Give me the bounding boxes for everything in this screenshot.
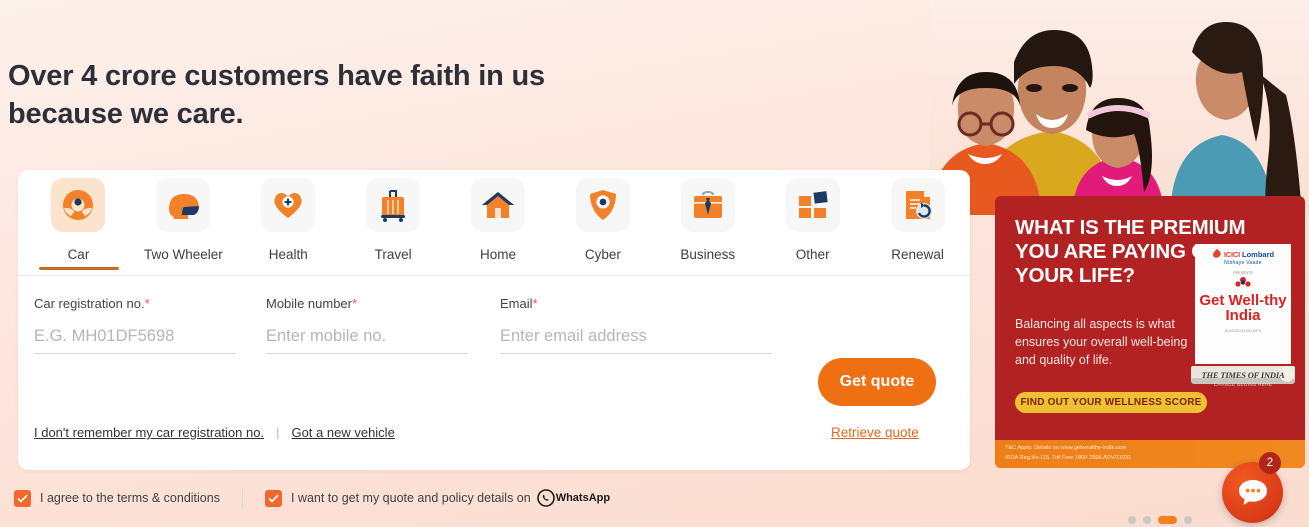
tab-car[interactable]: Car — [26, 170, 131, 270]
product-tabs: Car Two Wheeler Health Travel Home Cyber… — [18, 170, 970, 275]
wellness-score-button[interactable]: FIND OUT YOUR WELLNESS SCORE — [1015, 392, 1207, 413]
carousel-dot-active[interactable] — [1158, 516, 1177, 524]
tab-label: Health — [268, 247, 308, 262]
tab-label: Two Wheeler — [143, 247, 223, 262]
campaign-title: Get Well-thy India — [1199, 292, 1287, 325]
mobile-input[interactable] — [266, 327, 468, 354]
email-field-group: Email* — [500, 296, 772, 354]
house-icon — [471, 178, 525, 232]
carousel-dot[interactable] — [1184, 516, 1192, 524]
icici-text: ICICI — [1223, 249, 1240, 259]
newspaper-graphic: THE TIMES OF INDIA CHANGE BEGINS HERE — [1191, 364, 1295, 390]
tab-other[interactable]: Other — [760, 170, 865, 262]
wellness-flower-icon — [1235, 277, 1251, 287]
retrieve-quote-link[interactable]: Retrieve quote — [831, 425, 919, 440]
mobile-label: Mobile number* — [266, 296, 358, 311]
helmet-icon — [156, 178, 211, 232]
consent-row: I agree to the terms & conditions I want… — [14, 488, 610, 508]
carousel-dots — [1128, 516, 1192, 524]
new-vehicle-link[interactable]: Got a new vehicle — [291, 425, 394, 440]
brand-tagline: Nibhaye Vaade — [1224, 260, 1262, 266]
ad-body-text: Balancing all aspects is what ensures yo… — [1015, 317, 1188, 367]
registration-input[interactable] — [34, 327, 236, 354]
shield-eye-icon — [575, 178, 630, 232]
ad-brand-badge: ICICI Lombard Nibhaye Vaade PRESENTS Get… — [1195, 244, 1291, 364]
hero-family-photo — [930, 0, 1309, 215]
steering-wheel-icon — [51, 178, 106, 232]
tab-business[interactable]: Business — [655, 170, 760, 262]
registration-label: Car registration no.* — [34, 296, 150, 311]
tab-label: Car — [67, 247, 90, 262]
carousel-dot[interactable] — [1128, 516, 1136, 524]
document-refresh-icon — [890, 178, 945, 232]
form-helper-links: I don't remember my car registration no.… — [34, 425, 395, 440]
required-mark: * — [532, 296, 538, 311]
whatsapp-consent-label: I want to get my quote and policy detail… — [290, 491, 531, 505]
tab-label: Cyber — [584, 247, 621, 262]
tabs-divider — [18, 275, 970, 276]
terms-consent-item[interactable]: I agree to the terms & conditions — [14, 489, 220, 507]
required-mark: * — [352, 296, 358, 311]
tab-travel[interactable]: Travel — [341, 170, 446, 262]
tab-label: Business — [680, 247, 736, 262]
get-quote-button[interactable]: Get quote — [818, 358, 936, 406]
chat-unread-badge[interactable]: 2 — [1259, 452, 1281, 474]
tab-label: Home — [480, 247, 517, 262]
tab-label: Travel — [374, 247, 412, 262]
briefcase-tie-icon — [680, 178, 735, 232]
tab-renewal[interactable]: Renewal — [865, 170, 970, 262]
active-tab-underline — [39, 267, 119, 270]
registration-field-group: Car registration no.* — [34, 296, 236, 354]
icici-lombard-logo: ICICI Lombard — [1212, 249, 1274, 259]
tab-label: Renewal — [891, 247, 944, 262]
terms-consent-label: I agree to the terms & conditions — [40, 491, 220, 505]
whatsapp-checkbox[interactable] — [264, 489, 282, 507]
tab-label: Other — [795, 247, 830, 262]
newspaper-subtitle: CHANGE BEGINS HERE — [1213, 382, 1273, 387]
consent-divider — [241, 488, 243, 508]
heart-plus-icon — [261, 178, 316, 232]
disclaimer-line-1: T&C Apply. Details on www.getwealthy-ind… — [1005, 445, 1127, 451]
email-label: Email* — [500, 296, 538, 311]
whatsapp-logo: WhatsApp — [536, 489, 611, 507]
terms-checkbox[interactable] — [14, 489, 31, 507]
links-separator: | — [276, 425, 280, 440]
chat-bubble-icon — [1238, 480, 1267, 505]
newspaper-title: THE TIMES OF INDIA — [1201, 370, 1285, 380]
whatsapp-consent-item[interactable]: I want to get my quote and policy detail… — [264, 489, 611, 507]
tab-health[interactable]: Health — [236, 170, 341, 262]
badge-fine-print: IN ASSOCIATION WITH — [1224, 328, 1262, 333]
icici-mark-icon — [1212, 249, 1221, 258]
promo-ad-panel[interactable]: WHAT IS THE PREMIUM YOU ARE PAYING ON YO… — [995, 196, 1305, 468]
carousel-dot[interactable] — [1143, 516, 1151, 524]
forgot-registration-link[interactable]: I don't remember my car registration no. — [34, 425, 264, 440]
tab-cyber[interactable]: Cyber — [550, 170, 655, 262]
tab-home[interactable]: Home — [446, 170, 551, 262]
email-input[interactable] — [500, 327, 772, 354]
grid-squares-icon — [785, 178, 840, 232]
page-headline: Over 4 crore customers have faith in us … — [8, 60, 545, 130]
suitcase-icon — [366, 178, 421, 232]
required-mark: * — [144, 296, 150, 311]
tab-two-wheeler[interactable]: Two Wheeler — [131, 170, 236, 262]
mobile-field-group: Mobile number* — [266, 296, 468, 354]
lombard-text: Lombard — [1242, 249, 1275, 259]
whatsapp-brand-text: WhatsApp — [555, 492, 611, 504]
